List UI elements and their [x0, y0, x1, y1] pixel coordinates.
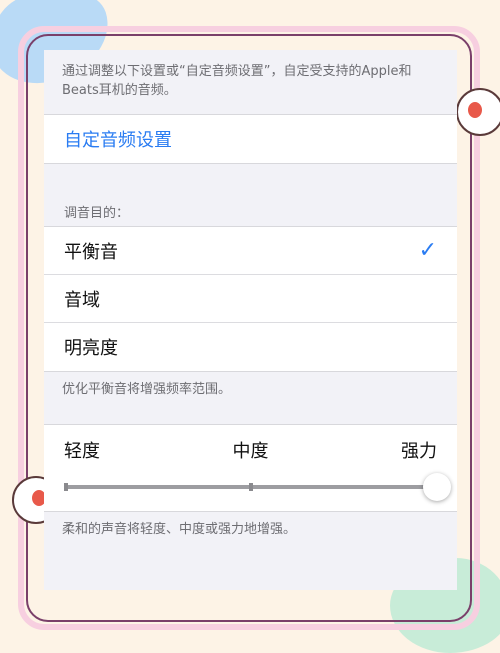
- tuning-option-label: 音域: [64, 289, 100, 311]
- tuning-option-range[interactable]: 音域: [44, 275, 457, 323]
- strength-label-light: 轻度: [64, 441, 100, 462]
- custom-audio-settings-link[interactable]: 自定音频设置: [44, 115, 457, 163]
- audio-settings-panel: 通过调整以下设置或“自定音频设置”，自定受支持的Apple和Beats耳机的音频…: [44, 50, 457, 590]
- slider-tick-medium: [248, 483, 253, 491]
- strength-labels: 轻度 中度 强力: [44, 425, 457, 463]
- strength-slider-thumb[interactable]: [423, 473, 451, 501]
- tuning-section-header: 调音目的：: [64, 206, 130, 221]
- strength-slider-track[interactable]: [64, 473, 451, 501]
- tuning-option-label: 明亮度: [64, 338, 118, 359]
- tuning-option-brightness[interactable]: 明亮度: [44, 323, 457, 371]
- strength-group: 轻度 中度 强力: [44, 424, 457, 512]
- custom-audio-group: 自定音频设置: [44, 114, 457, 164]
- checkmark-icon: ✓: [418, 238, 437, 263]
- strength-label-strong: 强力: [401, 441, 437, 462]
- strength-slider-block: 轻度 中度 强力: [44, 425, 457, 511]
- intro-description: 通过调整以下设置或“自定音频设置”，自定受支持的Apple和Beats耳机的音频…: [62, 64, 412, 98]
- tuning-options-group: 平衡音 ✓ 音域 明亮度: [44, 226, 457, 372]
- strength-footer: 柔和的声音将轻度、中度或强力地增强。: [62, 522, 297, 537]
- tuning-footer: 优化平衡音将增强频率范围。: [62, 382, 232, 397]
- tuning-option-balanced[interactable]: 平衡音 ✓: [44, 227, 457, 275]
- tuning-option-label: 平衡音: [64, 241, 118, 263]
- flower-decoration-right: [456, 88, 500, 136]
- strength-label-medium: 中度: [232, 441, 269, 462]
- slider-tick-light: [64, 483, 68, 491]
